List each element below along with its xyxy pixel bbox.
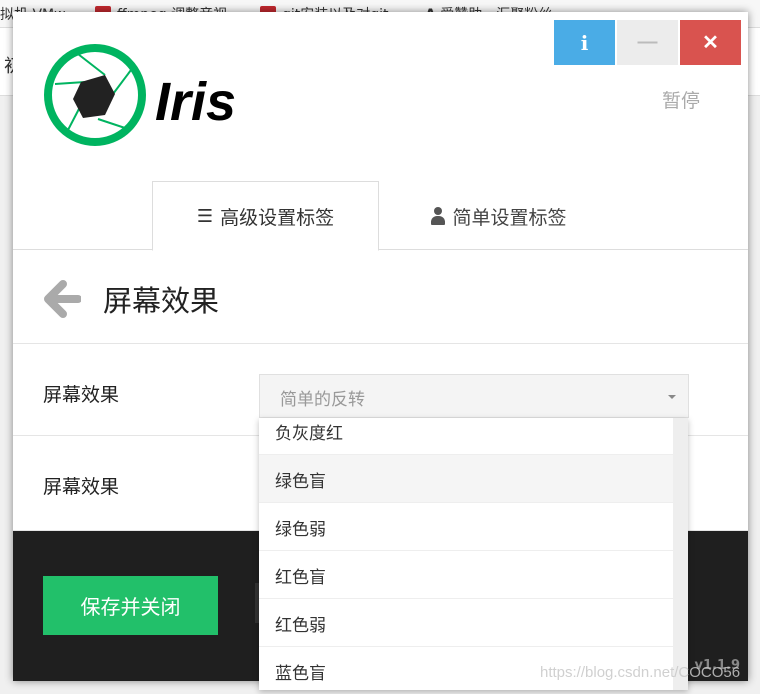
svg-text:Iris: Iris [155, 72, 236, 132]
pause-button[interactable]: 暂停 [662, 86, 700, 113]
info-button[interactable]: i [554, 20, 615, 65]
iris-logo: Iris [43, 42, 268, 156]
close-button[interactable]: ✕ [680, 20, 741, 65]
back-arrow-icon[interactable] [43, 280, 81, 318]
section-header: 屏幕效果 [13, 250, 748, 344]
tab-advanced-settings[interactable]: ☰ 高级设置标签 [152, 181, 379, 251]
tab-label: 高级设置标签 [220, 206, 335, 229]
page-title: 屏幕效果 [103, 284, 220, 318]
row-label: 屏幕效果 [43, 476, 120, 498]
dropdown-scrollbar[interactable] [673, 418, 688, 690]
screen-effect-select[interactable]: 简单的反转 [259, 374, 689, 418]
screen-effect-dropdown: 负灰度红 绿色盲 绿色弱 红色盲 红色弱 蓝色盲 [259, 418, 688, 690]
chevron-down-icon [668, 395, 676, 399]
dropdown-option[interactable]: 绿色盲 [259, 455, 673, 503]
dropdown-option[interactable]: 红色盲 [259, 551, 673, 599]
select-value: 简单的反转 [280, 390, 365, 410]
user-icon [431, 207, 446, 225]
bars-icon: ☰ [196, 205, 214, 227]
tab-label: 简单设置标签 [452, 206, 567, 229]
dropdown-option[interactable]: 绿色弱 [259, 503, 673, 551]
settings-tabs: ☰ 高级设置标签 简单设置标签 [13, 181, 748, 251]
save-and-close-button[interactable]: 保存并关闭 [43, 576, 218, 635]
close-icon: ✕ [702, 32, 719, 54]
tab-simple-settings[interactable]: 简单设置标签 [379, 181, 619, 251]
dropdown-option[interactable]: 负灰度红 [259, 418, 673, 455]
minimize-button[interactable]: — [617, 20, 678, 65]
row-label: 屏幕效果 [43, 384, 120, 406]
minimize-icon: — [637, 31, 658, 53]
info-icon: i [580, 30, 589, 55]
dropdown-option[interactable]: 红色弱 [259, 599, 673, 647]
watermark: https://blog.csdn.net/COCO56 [540, 664, 741, 681]
